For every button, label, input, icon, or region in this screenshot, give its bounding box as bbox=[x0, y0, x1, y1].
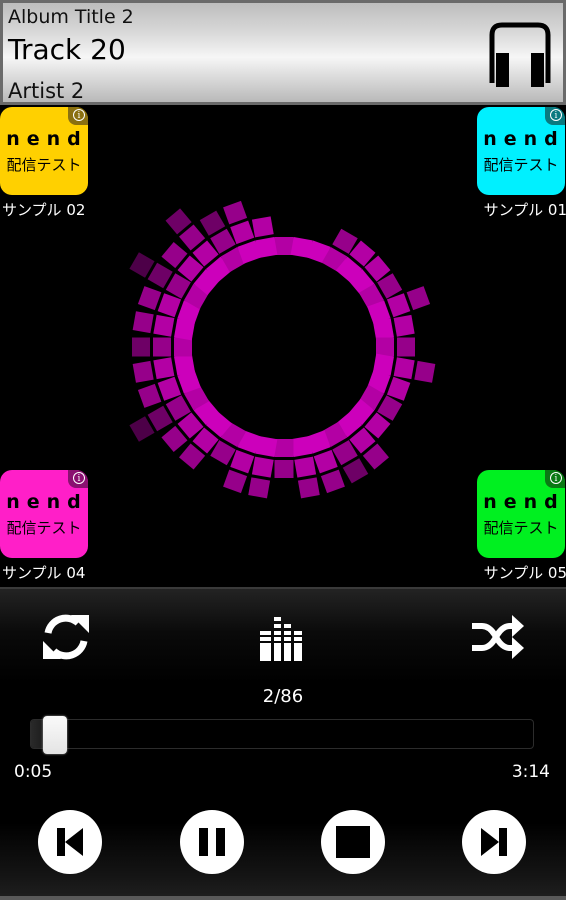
ad-subtitle: 配信テスト bbox=[6, 156, 82, 174]
visualizer-segment bbox=[393, 314, 415, 337]
visualizer-segment bbox=[153, 314, 175, 337]
track-counter: 2/86 bbox=[262, 686, 304, 707]
visualizer-segment bbox=[132, 311, 154, 334]
stop-icon bbox=[336, 826, 370, 858]
visualizer-segment bbox=[313, 449, 338, 474]
visualizer-segment bbox=[406, 286, 431, 311]
visualizer-segment bbox=[414, 360, 436, 383]
pause-button[interactable] bbox=[180, 810, 244, 874]
visualizer-segment bbox=[274, 439, 294, 457]
artist-name: Artist 2 bbox=[8, 79, 85, 103]
visualizer-segment bbox=[153, 337, 171, 357]
ad-tile[interactable]: i nend 配信テスト bbox=[477, 470, 565, 558]
ad-info-icon[interactable]: i bbox=[545, 470, 565, 488]
ad-label[interactable]: サンプル 01 bbox=[477, 199, 566, 220]
visualizer-segment bbox=[251, 216, 274, 238]
visualizer-segment bbox=[132, 360, 154, 383]
visualizer-segment bbox=[386, 376, 411, 401]
ad-tile[interactable]: i nend 配信テスト bbox=[0, 107, 88, 195]
visualizer-segment bbox=[230, 449, 255, 474]
visualizer-segment bbox=[393, 357, 415, 380]
stop-button[interactable] bbox=[321, 810, 385, 874]
visualizer-segment bbox=[290, 435, 313, 457]
next-button[interactable] bbox=[462, 810, 526, 874]
ad-info-icon[interactable]: i bbox=[545, 107, 565, 125]
visualizer-segment bbox=[376, 337, 394, 357]
pause-icon bbox=[199, 828, 225, 856]
now-playing-header: Album Title 2 Track 20 Artist 2 bbox=[0, 0, 566, 105]
track-title: Track 20 bbox=[8, 33, 126, 66]
ad-tile[interactable]: i nend 配信テスト bbox=[0, 470, 88, 558]
ad-sample-01[interactable]: i nend 配信テスト サンプル 01 bbox=[477, 107, 566, 220]
panel-edge bbox=[0, 896, 566, 900]
visualizer-segment bbox=[157, 376, 182, 401]
shuffle-icon bbox=[472, 623, 514, 651]
ad-info-icon[interactable]: i bbox=[68, 107, 88, 125]
ad-brand: nend bbox=[483, 491, 565, 513]
visualizer-segment bbox=[372, 318, 394, 341]
previous-button[interactable] bbox=[38, 810, 102, 874]
ad-brand: nend bbox=[483, 128, 565, 150]
ad-brand: nend bbox=[6, 128, 88, 150]
ad-sample-02[interactable]: i nend 配信テスト サンプル 02 bbox=[0, 107, 88, 220]
visualizer-segment bbox=[174, 337, 192, 357]
ad-label[interactable]: サンプル 02 bbox=[2, 199, 88, 220]
visualizer-segment bbox=[320, 469, 345, 494]
ad-sample-04[interactable]: i nend 配信テスト サンプル 04 bbox=[0, 470, 88, 583]
skip-next-icon bbox=[481, 828, 507, 856]
ad-subtitle: 配信テスト bbox=[6, 519, 82, 537]
ad-brand: nend bbox=[6, 491, 88, 513]
visualizer-segment bbox=[174, 353, 196, 376]
visualizer-segment bbox=[397, 337, 415, 357]
seek-thumb[interactable] bbox=[43, 716, 68, 754]
ad-label[interactable]: サンプル 05 bbox=[477, 562, 566, 583]
seek-track[interactable] bbox=[30, 719, 534, 749]
equalizer-icon bbox=[260, 617, 302, 661]
visualizer-segment bbox=[255, 237, 278, 259]
ad-label[interactable]: サンプル 04 bbox=[2, 562, 88, 583]
visualizer-segment bbox=[223, 200, 248, 225]
ad-subtitle: 配信テスト bbox=[483, 156, 559, 174]
visualizer-segment bbox=[294, 456, 317, 478]
player-controls: 2/86 0:05 3:14 bbox=[0, 587, 566, 900]
visualizer-segment bbox=[137, 286, 162, 311]
current-time: 0:05 bbox=[14, 762, 53, 782]
visualizer-segment bbox=[157, 293, 182, 318]
visualizer-segment bbox=[386, 293, 411, 318]
visualizer-segment bbox=[230, 220, 255, 245]
visualizer-segment bbox=[153, 357, 175, 380]
repeat-button[interactable] bbox=[38, 609, 94, 665]
skip-previous-icon bbox=[57, 828, 83, 856]
visualizer-segment bbox=[251, 456, 274, 478]
repeat-icon bbox=[44, 614, 88, 660]
visualizer-segment bbox=[274, 237, 294, 255]
visualizer-segment bbox=[132, 337, 150, 357]
ad-info-icon[interactable]: i bbox=[68, 470, 88, 488]
equalizer-button[interactable] bbox=[254, 609, 310, 665]
visualizer-segment bbox=[297, 477, 320, 499]
ad-sample-05[interactable]: i nend 配信テスト サンプル 05 bbox=[477, 470, 566, 583]
headphones-icon[interactable] bbox=[487, 21, 553, 89]
visualizer-segment bbox=[274, 460, 294, 478]
seek-bar[interactable] bbox=[30, 716, 534, 754]
visualizer-segment bbox=[248, 477, 271, 499]
total-time: 3:14 bbox=[511, 762, 550, 782]
shuffle-button[interactable] bbox=[470, 609, 526, 665]
ad-tile[interactable]: i nend 配信テスト bbox=[477, 107, 565, 195]
visualizer-segment bbox=[223, 469, 248, 494]
ad-subtitle: 配信テスト bbox=[483, 519, 559, 537]
visualizer-segment bbox=[137, 383, 162, 408]
album-title: Album Title 2 bbox=[8, 6, 134, 28]
